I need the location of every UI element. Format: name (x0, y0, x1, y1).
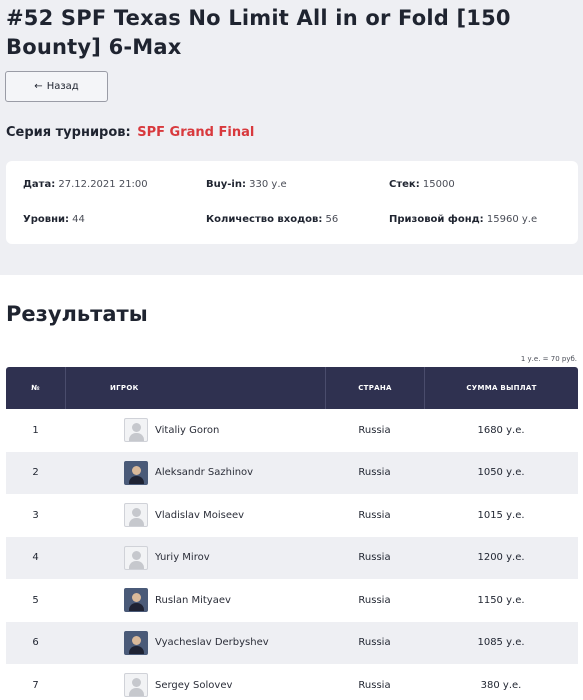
exchange-rate-note: 1 у.е. = 70 руб. (520, 355, 577, 363)
results-title: Результаты (6, 302, 148, 326)
cell-payout: 1050 у.е. (477, 467, 525, 479)
cell-player[interactable]: Yuriy Mirov (65, 537, 325, 580)
series-link[interactable]: SPF Grand Final (137, 125, 254, 140)
player-name[interactable]: Aleksandr Sazhinov (155, 467, 253, 478)
avatar (124, 630, 148, 655)
cell-country: Russia (358, 594, 391, 606)
info-entries: Количество входов: 56 (206, 214, 339, 225)
info-stack: Стек: 15000 (389, 179, 455, 190)
cell-num: 4 (32, 552, 39, 564)
results-table: № ИГРОК СТРАНА СУММА ВЫПЛАТ 1 Vitaliy Gor… (6, 367, 578, 700)
header-num: № (31, 384, 40, 392)
series-label: Серия турниров: (6, 125, 131, 140)
header-sum: СУММА ВЫПЛАТ (424, 367, 578, 409)
header-player: ИГРОК (65, 367, 325, 409)
avatar (124, 673, 148, 698)
cell-country: Russia (358, 467, 391, 479)
table-row[interactable]: 1 Vitaliy Goron Russia 1680 у.е. (6, 409, 578, 452)
table-row[interactable]: 3 Vladislav Moiseev Russia 1015 у.е. (6, 494, 578, 537)
cell-num: 6 (32, 637, 39, 649)
cell-player[interactable]: Vladislav Moiseev (65, 494, 325, 537)
cell-country: Russia (358, 679, 391, 691)
cell-country: Russia (358, 637, 391, 649)
table-row[interactable]: 6 Vyacheslav Derbyshev Russia 1085 у.е. (6, 621, 578, 665)
cell-country: Russia (358, 424, 391, 436)
cell-player[interactable]: Ruslan Mityaev (65, 579, 325, 622)
header-country: СТРАНА (325, 367, 424, 409)
cell-num: 3 (32, 509, 39, 521)
info-levels: Уровни: 44 (23, 214, 85, 225)
avatar (124, 460, 148, 485)
cell-num: 1 (32, 424, 39, 436)
cell-country: Russia (358, 509, 391, 521)
player-name[interactable]: Sergey Solovev (155, 680, 232, 691)
tournament-info-card: Дата: 27.12.2021 21:00 Buy-in: 330 у.е С… (6, 161, 578, 244)
cell-payout: 1680 у.е. (477, 424, 525, 436)
cell-country: Russia (358, 552, 391, 564)
cell-player[interactable]: Sergey Solovev (65, 664, 325, 700)
player-name[interactable]: Yuriy Mirov (155, 552, 210, 563)
page-title: #52 SPF Texas No Limit All in or Fold [1… (6, 6, 511, 59)
cell-payout: 380 у.е. (480, 679, 522, 691)
info-buyin: Buy-in: 330 у.е (206, 179, 287, 190)
tournament-header-section: #52 SPF Texas No Limit All in or Fold [1… (0, 0, 583, 275)
cell-payout: 1085 у.е. (477, 637, 525, 649)
arrow-left-icon: ← (34, 81, 43, 92)
cell-player[interactable]: Vitaliy Goron (65, 409, 325, 452)
player-name[interactable]: Vyacheslav Derbyshev (155, 637, 269, 648)
table-row[interactable]: 4 Yuriy Mirov Russia 1200 у.е. (6, 536, 578, 580)
cell-payout: 1150 у.е. (477, 594, 525, 606)
cell-payout: 1200 у.е. (477, 552, 525, 564)
cell-num: 2 (32, 467, 39, 479)
series-line: Серия турниров: SPF Grand Final (6, 125, 254, 140)
player-name[interactable]: Vladislav Moiseev (155, 510, 244, 521)
info-prize-pool: Призовой фонд: 15960 у.е (389, 214, 538, 225)
cell-payout: 1015 у.е. (477, 509, 525, 521)
avatar (124, 545, 148, 570)
table-header: № ИГРОК СТРАНА СУММА ВЫПЛАТ (6, 367, 578, 409)
back-button-label: Назад (46, 81, 79, 92)
cell-player[interactable]: Vyacheslav Derbyshev (65, 622, 325, 665)
cell-num: 5 (32, 594, 39, 606)
table-body: 1 Vitaliy Goron Russia 1680 у.е. 2 Aleksandr … (6, 409, 578, 700)
avatar (124, 588, 148, 613)
table-row[interactable]: 5 Ruslan Mityaev Russia 1150 у.е. (6, 579, 578, 622)
avatar (124, 418, 148, 443)
cell-num: 7 (32, 679, 39, 691)
avatar (124, 503, 148, 528)
cell-player[interactable]: Aleksandr Sazhinov (65, 452, 325, 495)
player-name[interactable]: Ruslan Mityaev (155, 595, 231, 606)
back-button[interactable]: ← Назад (5, 71, 108, 102)
table-row[interactable]: 7 Sergey Solovev Russia 380 у.е. (6, 664, 578, 700)
table-row[interactable]: 2 Aleksandr Sazhinov Russia 1050 у.е. (6, 451, 578, 495)
info-date: Дата: 27.12.2021 21:00 (23, 179, 148, 190)
player-name[interactable]: Vitaliy Goron (155, 425, 219, 436)
